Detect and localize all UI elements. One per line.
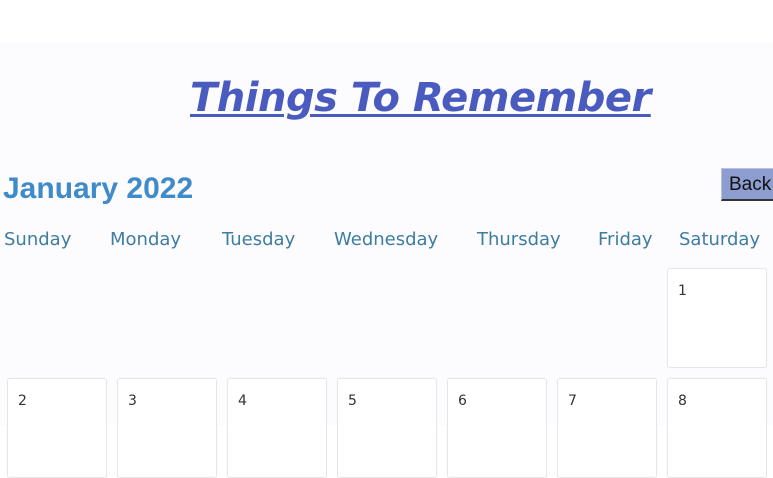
day-number: 3 (128, 393, 137, 409)
day-number: 7 (568, 393, 577, 409)
day-number: 6 (458, 393, 467, 409)
month-label: January 2022 (3, 172, 194, 205)
back-button[interactable]: Back (721, 168, 773, 201)
weekday-sunday: Sunday (4, 229, 72, 250)
day-number: 4 (238, 393, 247, 409)
day-cell-1[interactable]: 1 (667, 268, 767, 368)
day-cell-2[interactable]: 2 (7, 378, 107, 478)
day-number: 8 (678, 393, 687, 409)
day-cell-7[interactable]: 7 (557, 378, 657, 478)
weekday-thursday: Thursday (477, 229, 561, 250)
day-cell-3[interactable]: 3 (117, 378, 217, 478)
weekday-saturday: Saturday (679, 229, 761, 250)
day-cell-5[interactable]: 5 (337, 378, 437, 478)
weekday-monday: Monday (110, 229, 182, 250)
day-cell-4[interactable]: 4 (227, 378, 327, 478)
weekday-tuesday: Tuesday (222, 229, 296, 250)
day-cell-6[interactable]: 6 (447, 378, 547, 478)
day-number: 1 (678, 283, 687, 299)
day-cell-8[interactable]: 8 (667, 378, 767, 478)
page-title: Things To Remember (190, 75, 651, 121)
weekday-friday: Friday (598, 229, 653, 250)
day-number: 5 (348, 393, 357, 409)
weekday-wednesday: Wednesday (334, 229, 439, 250)
day-number: 2 (18, 393, 27, 409)
